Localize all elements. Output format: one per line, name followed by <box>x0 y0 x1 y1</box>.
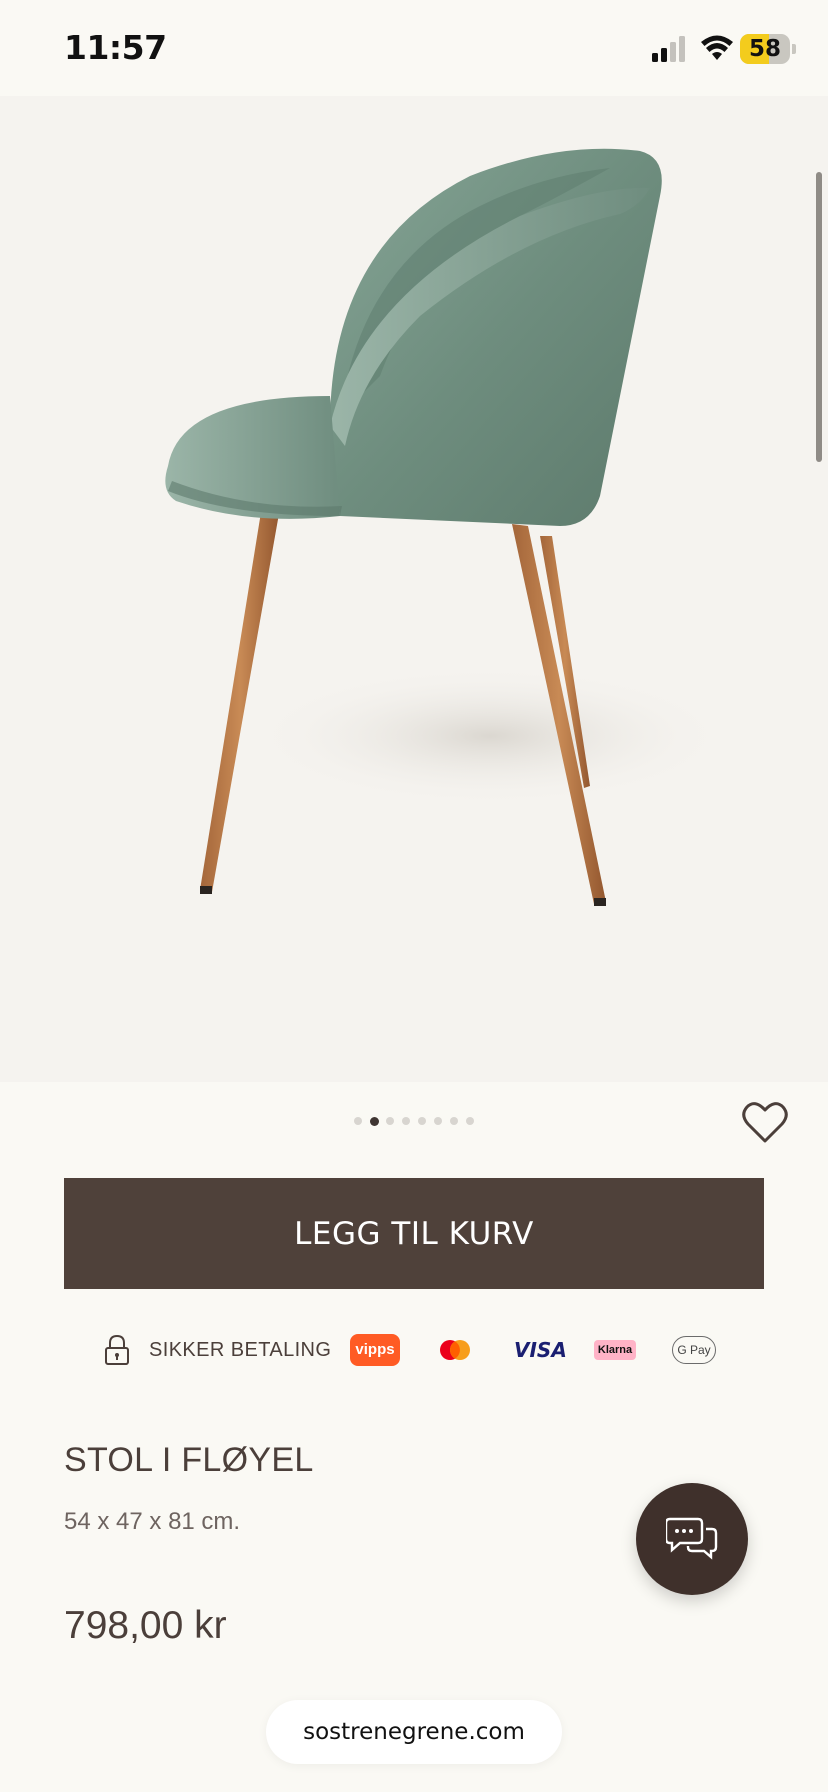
battery-icon: 58 <box>740 34 796 64</box>
browser-url-bar[interactable]: sostrenegrene.com <box>266 1700 562 1764</box>
product-dimensions: 54 x 47 x 81 cm. <box>64 1508 241 1535</box>
google-pay-logo: G Pay <box>672 1336 716 1364</box>
signal-icon <box>652 36 685 62</box>
gallery-pagination[interactable] <box>354 1116 484 1129</box>
battery-level: 58 <box>748 36 781 62</box>
scrollbar[interactable] <box>816 172 822 462</box>
chat-button[interactable] <box>636 1483 748 1595</box>
gallery-dot[interactable] <box>386 1117 394 1125</box>
wifi-icon <box>701 35 733 60</box>
gallery-dot[interactable] <box>434 1117 442 1125</box>
gallery-dot[interactable] <box>354 1117 362 1125</box>
product-image[interactable] <box>0 96 828 1082</box>
gallery-dot[interactable] <box>450 1117 458 1125</box>
gallery-dot[interactable] <box>402 1117 410 1125</box>
vipps-logo: vipps <box>350 1334 400 1366</box>
gallery-dot[interactable] <box>370 1116 379 1126</box>
product-price: 798,00 kr <box>64 1604 227 1647</box>
product-title: STOL I FLØYEL <box>64 1441 314 1479</box>
heart-icon[interactable] <box>742 1100 788 1144</box>
payment-methods: SIKKER BETALING vipps VISA Klarna G Pay <box>0 1330 828 1370</box>
visa-logo: VISA <box>514 1338 567 1362</box>
chair-image <box>165 148 730 906</box>
status-bar: 11:57 58 <box>0 0 828 96</box>
gallery-dot[interactable] <box>418 1117 426 1125</box>
add-to-cart-button[interactable]: LEGG TIL KURV <box>64 1178 764 1289</box>
klarna-logo: Klarna <box>594 1340 636 1360</box>
chat-icon <box>666 1517 718 1560</box>
gallery-dot[interactable] <box>466 1117 474 1125</box>
lock-icon <box>105 1334 129 1365</box>
mastercard-logo <box>440 1340 470 1360</box>
status-time: 11:57 <box>64 28 167 67</box>
secure-payment-label: SIKKER BETALING <box>149 1339 332 1361</box>
